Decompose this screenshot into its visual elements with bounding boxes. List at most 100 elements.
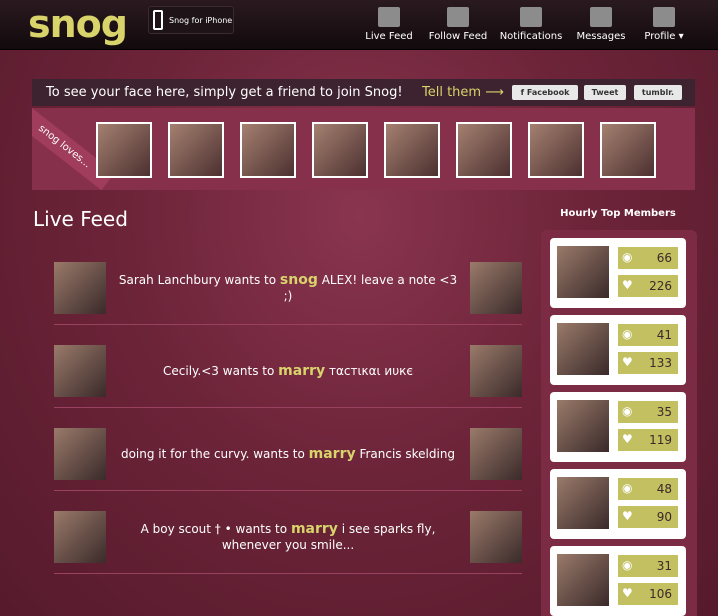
nav-profile[interactable]: Profile ▾ (640, 0, 688, 48)
snog-loves-strip: snog loves... (32, 108, 695, 190)
people-icon (447, 7, 469, 27)
lips-icon: ◉ (622, 481, 633, 495)
member-card[interactable]: ◉ 31 ♥ 106 (550, 546, 686, 616)
love-photo[interactable] (384, 122, 440, 178)
lips-icon: ◉ (622, 404, 633, 418)
nav-live-feed[interactable]: Live Feed (363, 0, 415, 48)
feed-text: A boy scout † • wants to marry i see spa… (114, 511, 462, 563)
feed-right: тαcтικαι иυкє (328, 364, 413, 378)
alert-icon (520, 7, 542, 27)
divider (54, 573, 522, 574)
envelope-icon (590, 7, 612, 27)
live-feed-title: Live Feed (33, 207, 128, 231)
nav-label: Follow Feed (428, 31, 488, 42)
feed-avatar-left[interactable] (54, 262, 106, 314)
snog-logo[interactable]: snog (28, 2, 128, 46)
like-count: ♥ 119 (618, 429, 678, 451)
feed-verb: marry (308, 446, 356, 462)
iphone-app-button[interactable]: Snog for iPhone (148, 6, 234, 34)
snog-count: ◉ 41 (618, 324, 678, 346)
avatar-icon (653, 7, 675, 27)
member-card[interactable]: ◉ 48 ♥ 90 (550, 469, 686, 539)
lips-icon: ◉ (622, 250, 633, 264)
like-count-value: 119 (649, 433, 672, 447)
love-photo[interactable] (168, 122, 224, 178)
divider (54, 324, 522, 325)
feed-item: A boy scout † • wants to marry i see spa… (54, 511, 522, 571)
like-count: ♥ 226 (618, 275, 678, 297)
feed-avatar-left[interactable] (54, 345, 106, 397)
love-photo[interactable] (456, 122, 512, 178)
like-count-value: 133 (649, 356, 672, 370)
heart-icon: ♥ (622, 432, 633, 446)
nav-label: Messages (576, 31, 626, 42)
member-card[interactable]: ◉ 66 ♥ 226 (550, 238, 686, 308)
nav-label: Live Feed (365, 31, 413, 42)
like-count: ♥ 106 (618, 583, 678, 605)
like-count-value: 106 (649, 587, 672, 601)
feed-item: Cecily.<3 wants to marry тαcтικαι иυкє (54, 345, 522, 405)
like-count: ♥ 133 (618, 352, 678, 374)
member-photo[interactable] (557, 400, 609, 452)
feed-avatar-right[interactable] (470, 428, 522, 480)
tweet-button[interactable]: Tweet (584, 85, 626, 100)
nav-follow-feed[interactable]: Follow Feed (427, 0, 489, 48)
snog-count: ◉ 66 (618, 247, 678, 269)
feed-verb: marry (290, 521, 338, 537)
member-photo[interactable] (557, 554, 609, 606)
hourly-top-members-panel: ◉ 66 ♥ 226 ◉ 41 ♥ 133 ◉ 35 ♥ 119 ◉ 48 ♥ 90 ◉ 31 ♥… (541, 230, 697, 616)
feed-item: Sarah Lanchbury wants to snog ALEX! leav… (54, 262, 522, 322)
love-photo[interactable] (528, 122, 584, 178)
lips-icon: ◉ (622, 327, 633, 341)
divider (54, 407, 522, 408)
nav-notifications[interactable]: Notifications (500, 0, 562, 48)
heart-icon: ♥ (622, 355, 633, 369)
snog-count: ◉ 31 (618, 555, 678, 577)
member-photo[interactable] (557, 246, 609, 298)
feed-verb: snog (279, 272, 318, 288)
feed-item: doing it for the curvy. wants to marry F… (54, 428, 522, 488)
feed-text: Sarah Lanchbury wants to snog ALEX! leav… (114, 262, 462, 314)
feed-right: Francis skelding (359, 447, 456, 461)
tell-them-label: Tell them ⟶ (422, 85, 504, 100)
snog-count: ◉ 48 (618, 478, 678, 500)
nav-label: Notifications (499, 31, 563, 42)
feed-avatar-right[interactable] (470, 345, 522, 397)
feed-text: doing it for the curvy. wants to marry F… (114, 428, 462, 480)
feed-avatar-right[interactable] (470, 511, 522, 563)
lips-icon: ◉ (622, 558, 633, 572)
feed-avatar-right[interactable] (470, 262, 522, 314)
snog-count-value: 31 (656, 559, 672, 573)
feed-left: doing it for the curvy. wants to (120, 447, 305, 461)
iphone-app-label: Snog for iPhone (169, 15, 233, 25)
member-photo[interactable] (557, 323, 609, 375)
feed-left: A boy scout † • wants to (140, 522, 288, 536)
like-count-value: 226 (649, 279, 672, 293)
snog-count-value: 48 (656, 482, 672, 496)
like-count-value: 90 (656, 510, 672, 524)
love-photo[interactable] (240, 122, 296, 178)
member-photo[interactable] (557, 477, 609, 529)
snog-count-value: 35 (656, 405, 672, 419)
top-bar: snog Snog for iPhone Live Feed Follow Fe… (0, 0, 718, 50)
hourly-top-members-title: Hourly Top Members (560, 208, 676, 219)
heart-icon: ♥ (622, 586, 633, 600)
feed-avatar-left[interactable] (54, 428, 106, 480)
feed-avatar-left[interactable] (54, 511, 106, 563)
member-card[interactable]: ◉ 41 ♥ 133 (550, 315, 686, 385)
feed-text: Cecily.<3 wants to marry тαcтικαι иυкє (114, 345, 462, 397)
film-icon (378, 7, 400, 27)
nav-messages[interactable]: Messages (574, 0, 628, 48)
love-photo[interactable] (600, 122, 656, 178)
feed-line2: whenever you smile... (221, 538, 355, 552)
love-photo[interactable] (96, 122, 152, 178)
facebook-share-button[interactable]: f Facebook (512, 85, 578, 100)
feed-verb: marry (278, 363, 326, 379)
snog-count-value: 41 (656, 328, 672, 342)
love-photo[interactable] (312, 122, 368, 178)
member-card[interactable]: ◉ 35 ♥ 119 (550, 392, 686, 462)
phone-icon (153, 10, 163, 30)
tumblr-button[interactable]: tumblr. (634, 85, 682, 100)
feed-left: Cecily.<3 wants to (163, 364, 275, 378)
snog-count: ◉ 35 (618, 401, 678, 423)
